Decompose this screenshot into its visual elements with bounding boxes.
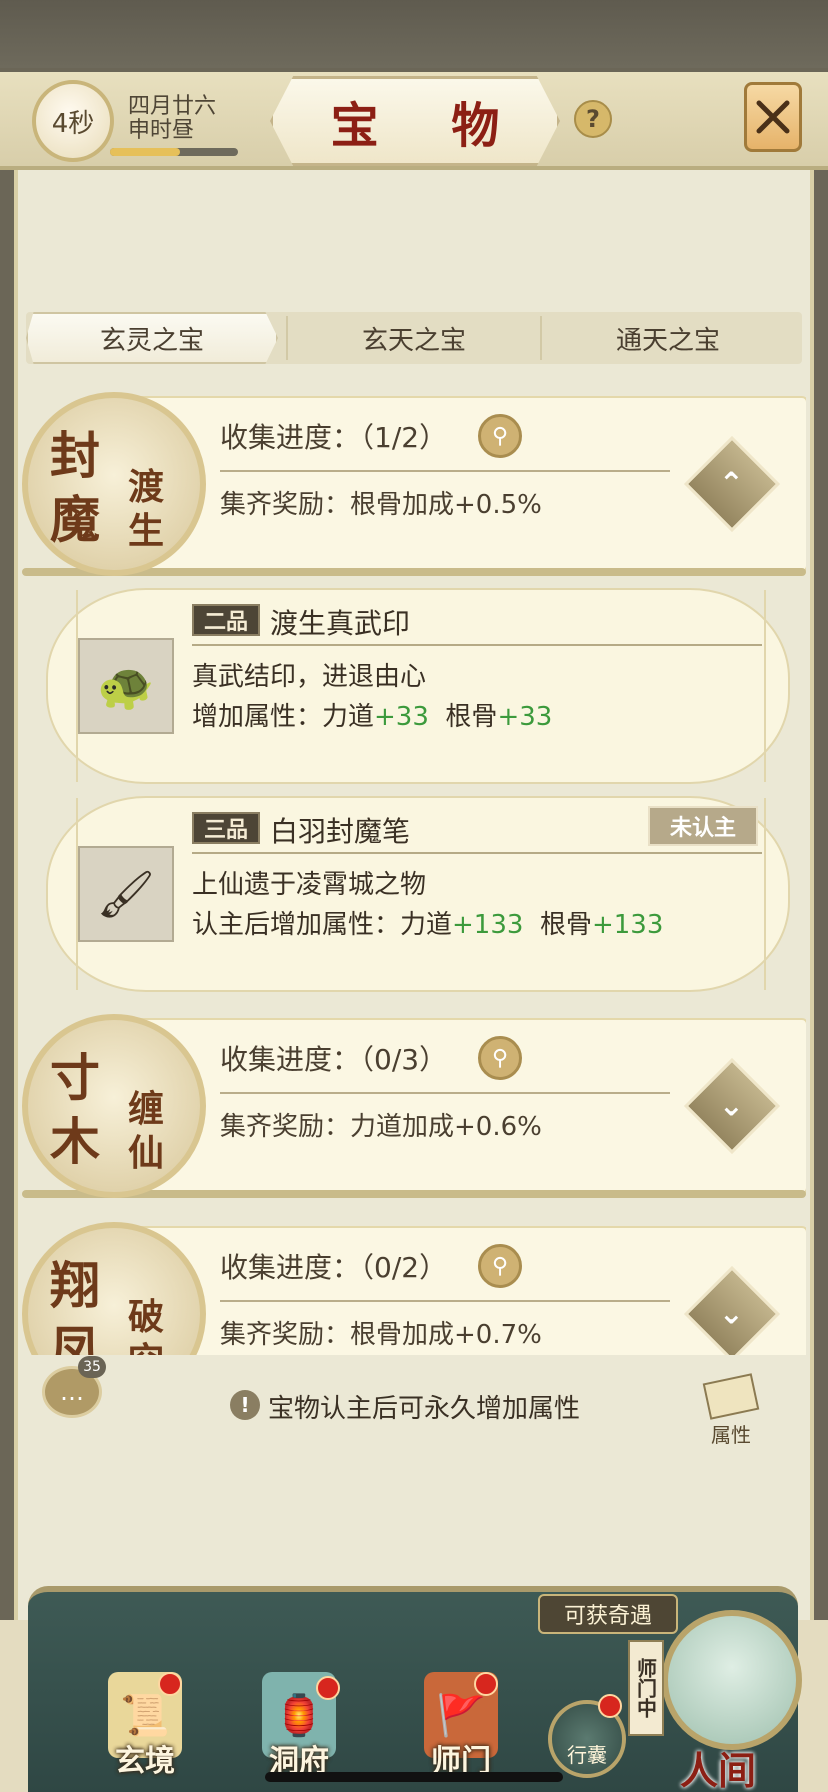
encounter-tag: 可获奇遇 — [538, 1594, 678, 1634]
tab-bar: 玄灵之宝 玄天之宝 通天之宝 — [26, 312, 802, 364]
divider — [220, 1300, 670, 1302]
tab-label: 玄灵之宝 — [99, 325, 204, 356]
collection-reward: 集齐奖励：根骨加成+0.7% — [220, 1320, 542, 1350]
item-attributes: 增加属性：力道+33 根骨+33 — [192, 696, 552, 733]
nav-label: 玄境 — [115, 1744, 175, 1779]
divider — [192, 852, 762, 854]
notification-dot — [598, 1694, 622, 1718]
item-description: 上仙遗于凌霄城之物 — [192, 870, 427, 900]
tab-xuantian[interactable]: 玄天之宝 — [288, 312, 540, 364]
tip-text: 宝物认主后可永久增加属性 — [268, 1394, 581, 1424]
nav-shimen[interactable]: 🚩 师门 — [406, 1660, 516, 1780]
collection-progress: 收集进度：（0/3） — [220, 1043, 448, 1076]
attr-label: 认主后增加属性：力道 — [192, 910, 453, 940]
seal-char: 寸 — [50, 1048, 100, 1107]
home-indicator[interactable] — [265, 1772, 563, 1782]
unbound-badge: 未认主 — [648, 806, 758, 846]
set-seal-emblem: 寸 木 缠 仙 — [22, 1014, 206, 1198]
item-description: 真武结印，进退由心 — [192, 662, 427, 692]
seal-char: 封 — [50, 426, 100, 485]
world-label[interactable]: 人间 — [680, 1740, 756, 1792]
chevron-up-icon: ⌃ — [719, 466, 745, 502]
chat-bubble-icon: … — [60, 1378, 84, 1406]
notification-dot — [316, 1676, 340, 1700]
nav-dongfu[interactable]: 🏮 洞府 — [244, 1660, 354, 1780]
question-icon[interactable]: ? — [574, 100, 612, 138]
jade-seal-icon: 🐢 — [78, 638, 174, 734]
divider — [220, 470, 670, 472]
search-icon[interactable]: ⚲ — [478, 1036, 522, 1080]
feather-brush-icon: 🖌 — [78, 846, 174, 942]
status-strip — [0, 0, 828, 68]
attr-value: +133 — [452, 910, 524, 940]
divider — [220, 1092, 670, 1094]
divider — [192, 644, 762, 646]
attr-label: 根骨 — [445, 702, 498, 732]
info-icon: ! — [230, 1390, 260, 1420]
tab-label: 通天之宝 — [615, 325, 720, 356]
tab-xuanling[interactable]: 玄灵之宝 — [26, 312, 278, 364]
search-icon[interactable]: ⚲ — [478, 1244, 522, 1288]
collection-progress: 收集进度：（1/2） — [220, 421, 448, 454]
grade-badge: 三品 — [192, 812, 260, 844]
set-seal-emblem: 封 魔 渡 生 — [22, 392, 206, 576]
treasure-list[interactable]: 封 魔 渡 生 收集进度：（1/2） ⚲ 集齐奖励：根骨加成+0.5% ⌃ 🐢 … — [22, 380, 806, 1355]
notification-dot — [474, 1672, 498, 1696]
attr-value: +33 — [374, 702, 429, 732]
close-button[interactable] — [744, 82, 802, 152]
page-title: 宝 物 — [270, 76, 560, 166]
seal-char: 生 — [128, 510, 165, 552]
attr-label: 增加属性：力道 — [192, 702, 375, 732]
world-button[interactable] — [662, 1610, 802, 1750]
treasure-set-card: 翔 凤 破 空 收集进度：（0/2） ⚲ 集齐奖励：根骨加成+0.7% ⌄ — [22, 1210, 806, 1355]
treasure-item-card[interactable]: 🖌 三品 白羽封魔笔 未认主 上仙遗于凌霄城之物 认主后增加属性：力道+133 … — [46, 796, 790, 992]
notification-dot — [158, 1672, 182, 1696]
seal-char: 凤 — [50, 1320, 100, 1355]
item-attributes: 认主后增加属性：力道+133 根骨+133 — [192, 904, 663, 941]
cards-icon — [702, 1373, 760, 1420]
grade-badge: 二品 — [192, 604, 260, 636]
seal-char: 翔 — [50, 1256, 100, 1315]
chevron-down-icon: ⌄ — [719, 1296, 745, 1332]
seal-char: 魔 — [50, 490, 100, 549]
seal-char: 木 — [50, 1112, 100, 1171]
time-of-day-text: 申时昼 — [128, 118, 195, 143]
attr-value: +133 — [591, 910, 664, 940]
item-name: 渡生真武印 — [270, 607, 411, 640]
attributes-label: 属性 — [711, 1423, 751, 1447]
timer-text: 4秒 — [51, 108, 95, 139]
chat-count-badge: 35 — [78, 1356, 106, 1378]
collection-reward: 集齐奖励：力道加成+0.6% — [220, 1112, 542, 1142]
collection-progress: 收集进度：（0/2） — [220, 1251, 448, 1284]
time-progress-fill — [110, 148, 181, 156]
treasure-item-card[interactable]: 🐢 二品 渡生真武印 真武结印，进退由心 增加属性：力道+33 根骨+33 — [46, 588, 790, 784]
attr-label: 根骨 — [539, 910, 592, 940]
timer-badge: 4秒 — [32, 80, 114, 162]
chevron-down-icon: ⌄ — [719, 1088, 745, 1124]
sect-status-tag: 师门中 — [628, 1640, 664, 1736]
search-icon[interactable]: ⚲ — [478, 414, 522, 458]
seal-char: 仙 — [128, 1132, 165, 1174]
treasure-set-card: 封 魔 渡 生 收集进度：（1/2） ⚲ 集齐奖励：根骨加成+0.5% ⌃ — [22, 380, 806, 580]
nav-xuanjing[interactable]: 📜 玄境 — [90, 1660, 200, 1780]
attr-value: +33 — [497, 702, 553, 732]
tab-tongtian[interactable]: 通天之宝 — [542, 312, 794, 364]
seal-char: 空 — [128, 1332, 164, 1355]
close-x-icon — [756, 100, 790, 134]
tab-label: 玄天之宝 — [361, 325, 466, 356]
treasure-set-card: 寸 木 缠 仙 收集进度：（0/3） ⚲ 集齐奖励：力道加成+0.6% ⌄ — [22, 1002, 806, 1202]
collection-reward: 集齐奖励：根骨加成+0.5% — [220, 490, 542, 520]
item-name: 白羽封魔笔 — [270, 815, 411, 848]
attributes-button[interactable]: 属性 — [696, 1373, 766, 1448]
bag-label: 行囊 — [567, 1743, 607, 1767]
